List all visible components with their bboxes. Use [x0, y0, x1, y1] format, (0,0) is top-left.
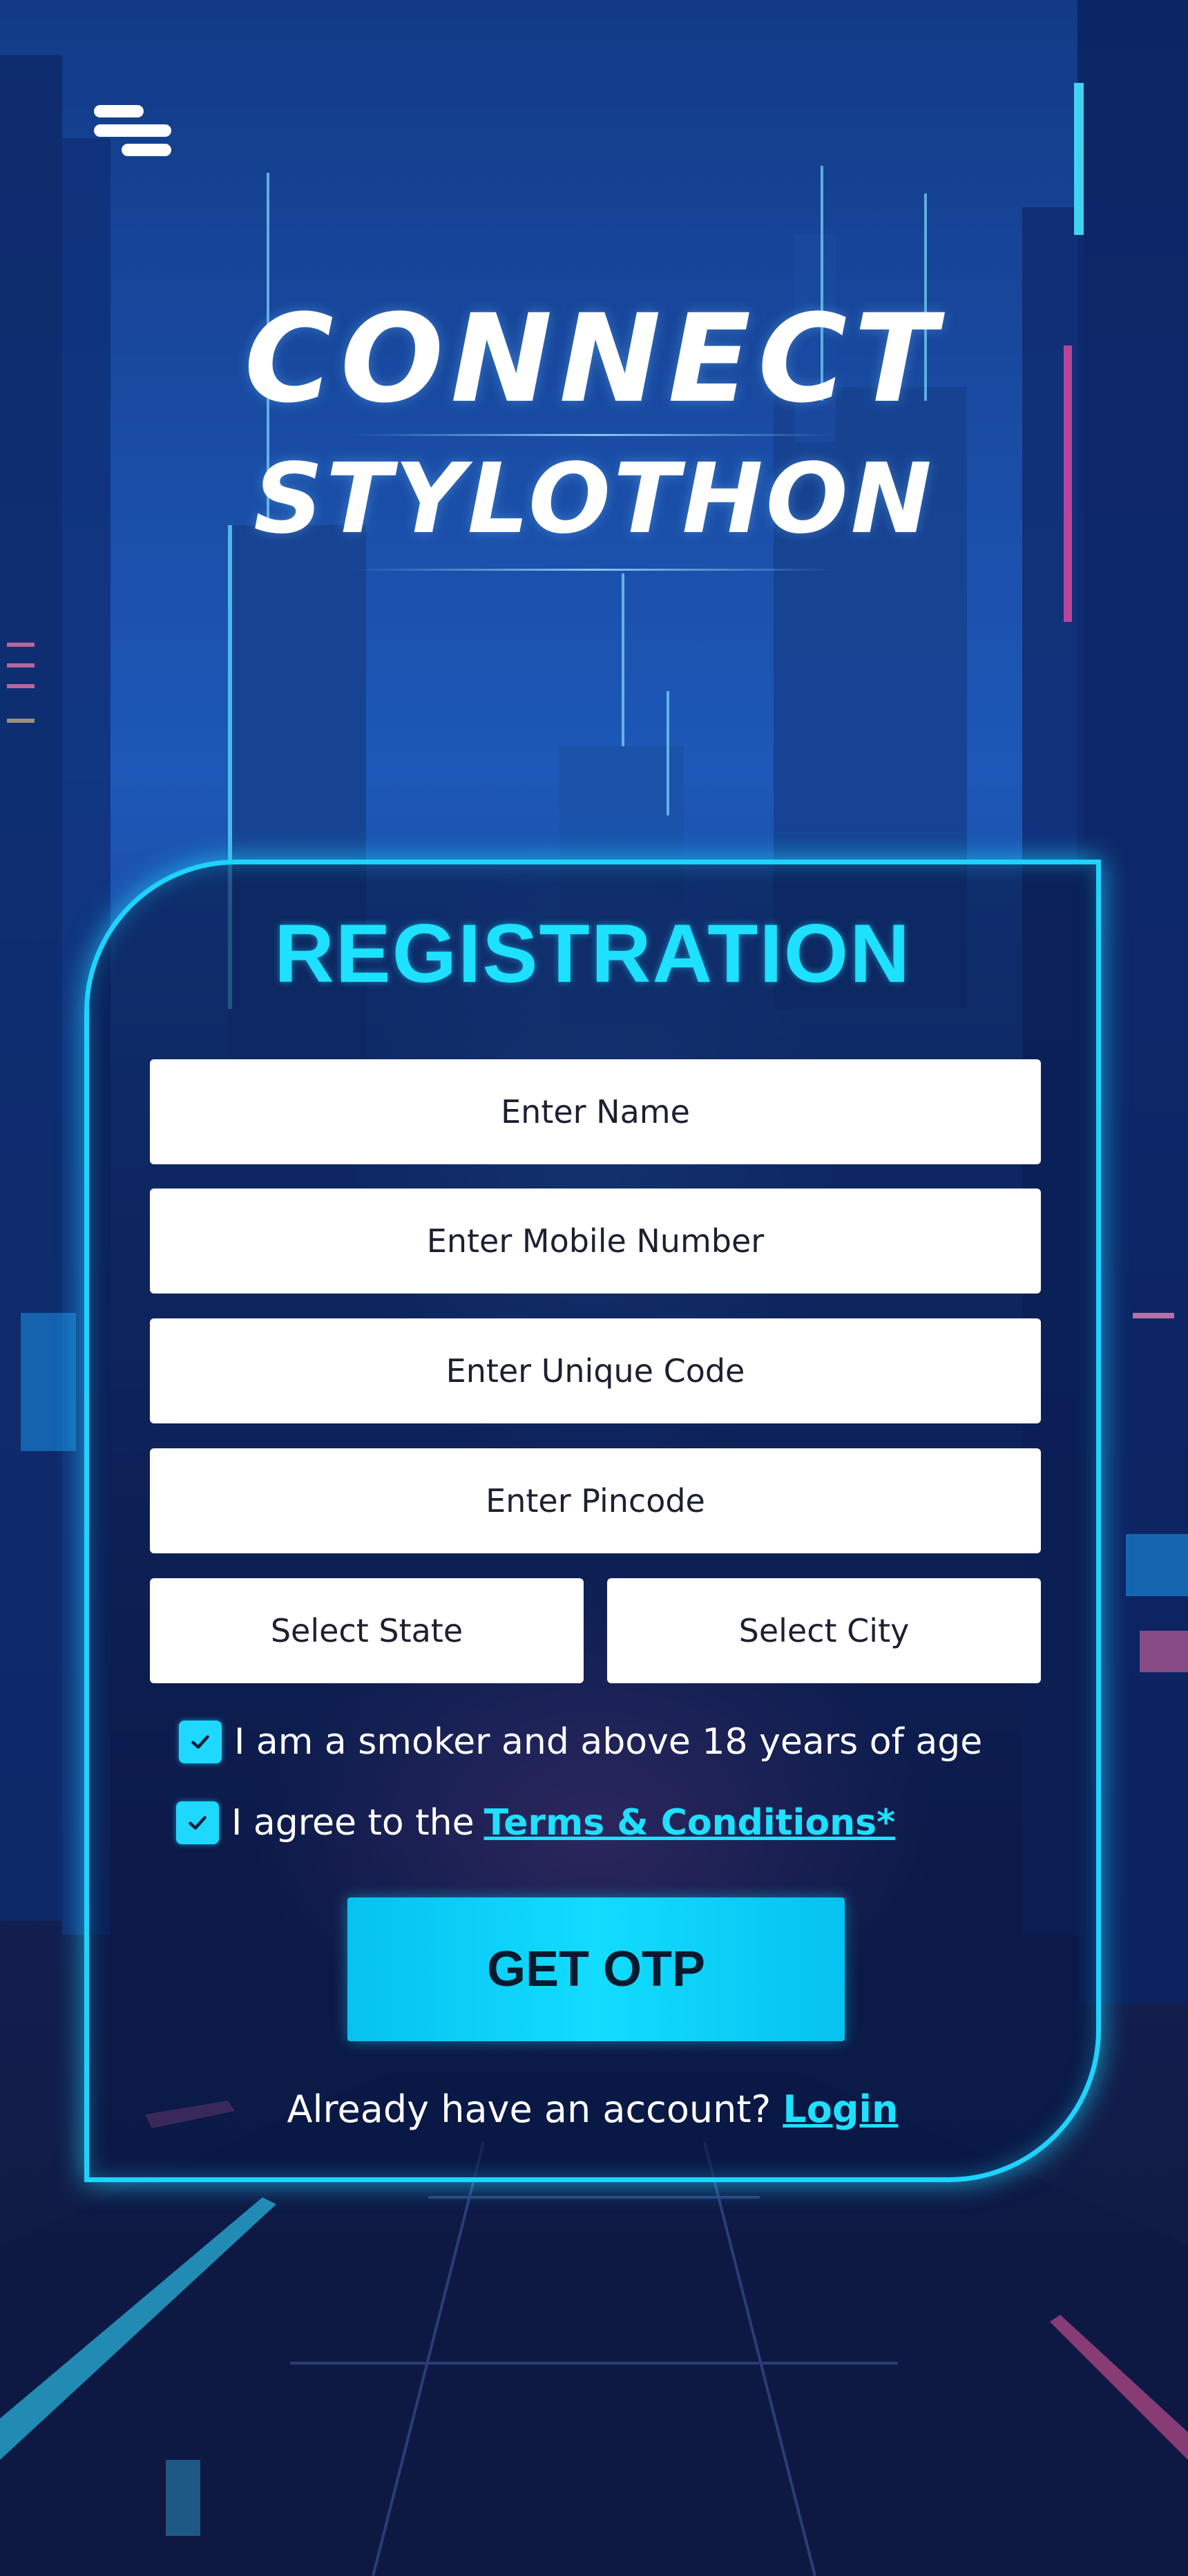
registration-title: REGISTRATION [274, 907, 911, 1000]
login-prompt-row: Already have an account? Login [89, 2087, 1096, 2131]
terms-conditions-link[interactable]: Terms & Conditions* [484, 1802, 896, 1844]
brand-logo: CONNECT STYLOTHON [0, 290, 1188, 571]
check-icon [189, 1816, 207, 1830]
smoker-consent-label: I am a smoker and above 18 years of age [234, 1721, 983, 1763]
terms-consent-label: I agree to the [231, 1802, 475, 1844]
menu-icon-bar-bottom [122, 144, 171, 156]
unique-code-input[interactable] [150, 1318, 1041, 1423]
mobile-number-input[interactable] [150, 1188, 1041, 1294]
menu-icon[interactable] [91, 101, 173, 163]
smoker-consent-checkbox[interactable] [179, 1721, 222, 1763]
terms-consent-checkbox[interactable] [176, 1801, 219, 1844]
name-input[interactable] [150, 1059, 1041, 1164]
smoker-consent-row: I am a smoker and above 18 years of age [179, 1714, 982, 1770]
brand-logo-line1: CONNECT [244, 288, 944, 430]
brand-logo-line2: STYLOTHON [253, 443, 935, 556]
menu-icon-bar-top [94, 105, 144, 117]
registration-card: REGISTRATION Select State Select City I … [84, 860, 1101, 2182]
terms-consent-row: I agree to the Terms & Conditions* [176, 1795, 895, 1850]
city-select[interactable]: Select City [607, 1578, 1041, 1683]
state-select[interactable]: Select State [150, 1578, 584, 1683]
menu-icon-bar-middle [94, 124, 171, 137]
login-prompt-text: Already have an account? [287, 2087, 772, 2131]
check-icon [191, 1735, 209, 1749]
get-otp-button[interactable]: GET OTP [347, 1897, 845, 2041]
brand-divider-bottom [352, 569, 836, 571]
login-link[interactable]: Login [783, 2087, 898, 2131]
pincode-input[interactable] [150, 1448, 1041, 1553]
